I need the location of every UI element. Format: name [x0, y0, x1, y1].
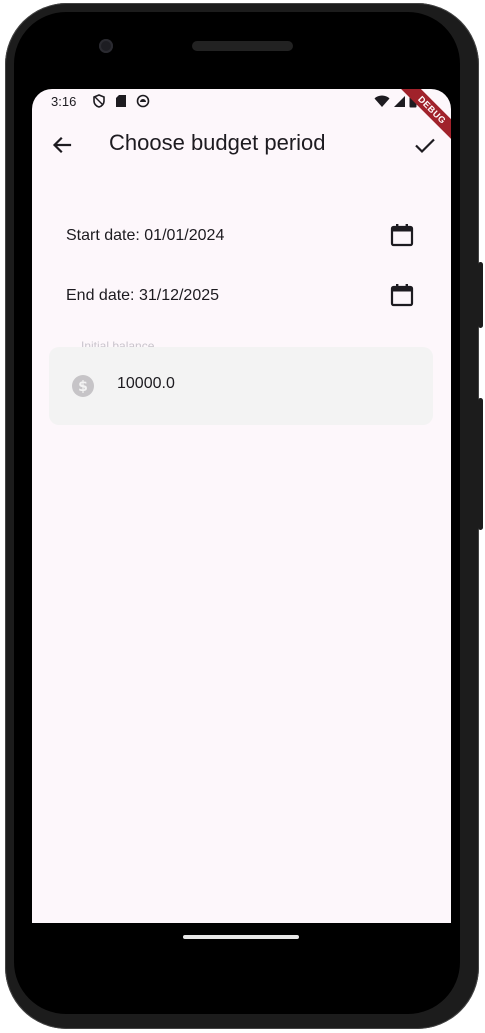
- calendar-icon: [388, 284, 416, 313]
- app-screen: 3:16 DEBUG Choose budget period Start da…: [32, 89, 451, 923]
- dollar-icon: $: [71, 374, 95, 398]
- check-icon: [411, 138, 439, 163]
- system-navigation-bar: [32, 923, 451, 963]
- start-date-picker-button[interactable]: [388, 221, 416, 249]
- end-date-row: End date: 31/12/2025: [66, 279, 416, 315]
- svg-text:$: $: [78, 379, 88, 395]
- arrow-back-icon: [48, 136, 76, 163]
- initial-balance-input[interactable]: [117, 375, 397, 393]
- home-indicator[interactable]: [183, 935, 299, 939]
- sync-icon: [136, 94, 150, 113]
- back-button[interactable]: [48, 131, 76, 159]
- initial-balance-field[interactable]: $: [49, 347, 433, 425]
- confirm-button[interactable]: [411, 131, 439, 159]
- signal-icon: [393, 95, 406, 113]
- power-button: [478, 262, 483, 328]
- status-bar: 3:16: [32, 89, 451, 113]
- sd-card-icon: [115, 94, 127, 113]
- shield-icon: [92, 94, 106, 113]
- page-title: Choose budget period: [109, 130, 326, 155]
- status-icons-left: [92, 94, 150, 113]
- start-date-label: Start date: 01/01/2024: [66, 227, 225, 244]
- earpiece-speaker: [192, 41, 293, 51]
- app-bar: Choose budget period: [32, 117, 451, 173]
- calendar-icon: [388, 224, 416, 253]
- start-date-row: Start date: 01/01/2024: [66, 219, 416, 255]
- status-time: 3:16: [51, 94, 77, 109]
- volume-button: [478, 398, 483, 530]
- end-date-picker-button[interactable]: [388, 281, 416, 309]
- wifi-icon: [374, 95, 390, 113]
- front-camera: [99, 39, 113, 53]
- end-date-label: End date: 31/12/2025: [66, 287, 220, 304]
